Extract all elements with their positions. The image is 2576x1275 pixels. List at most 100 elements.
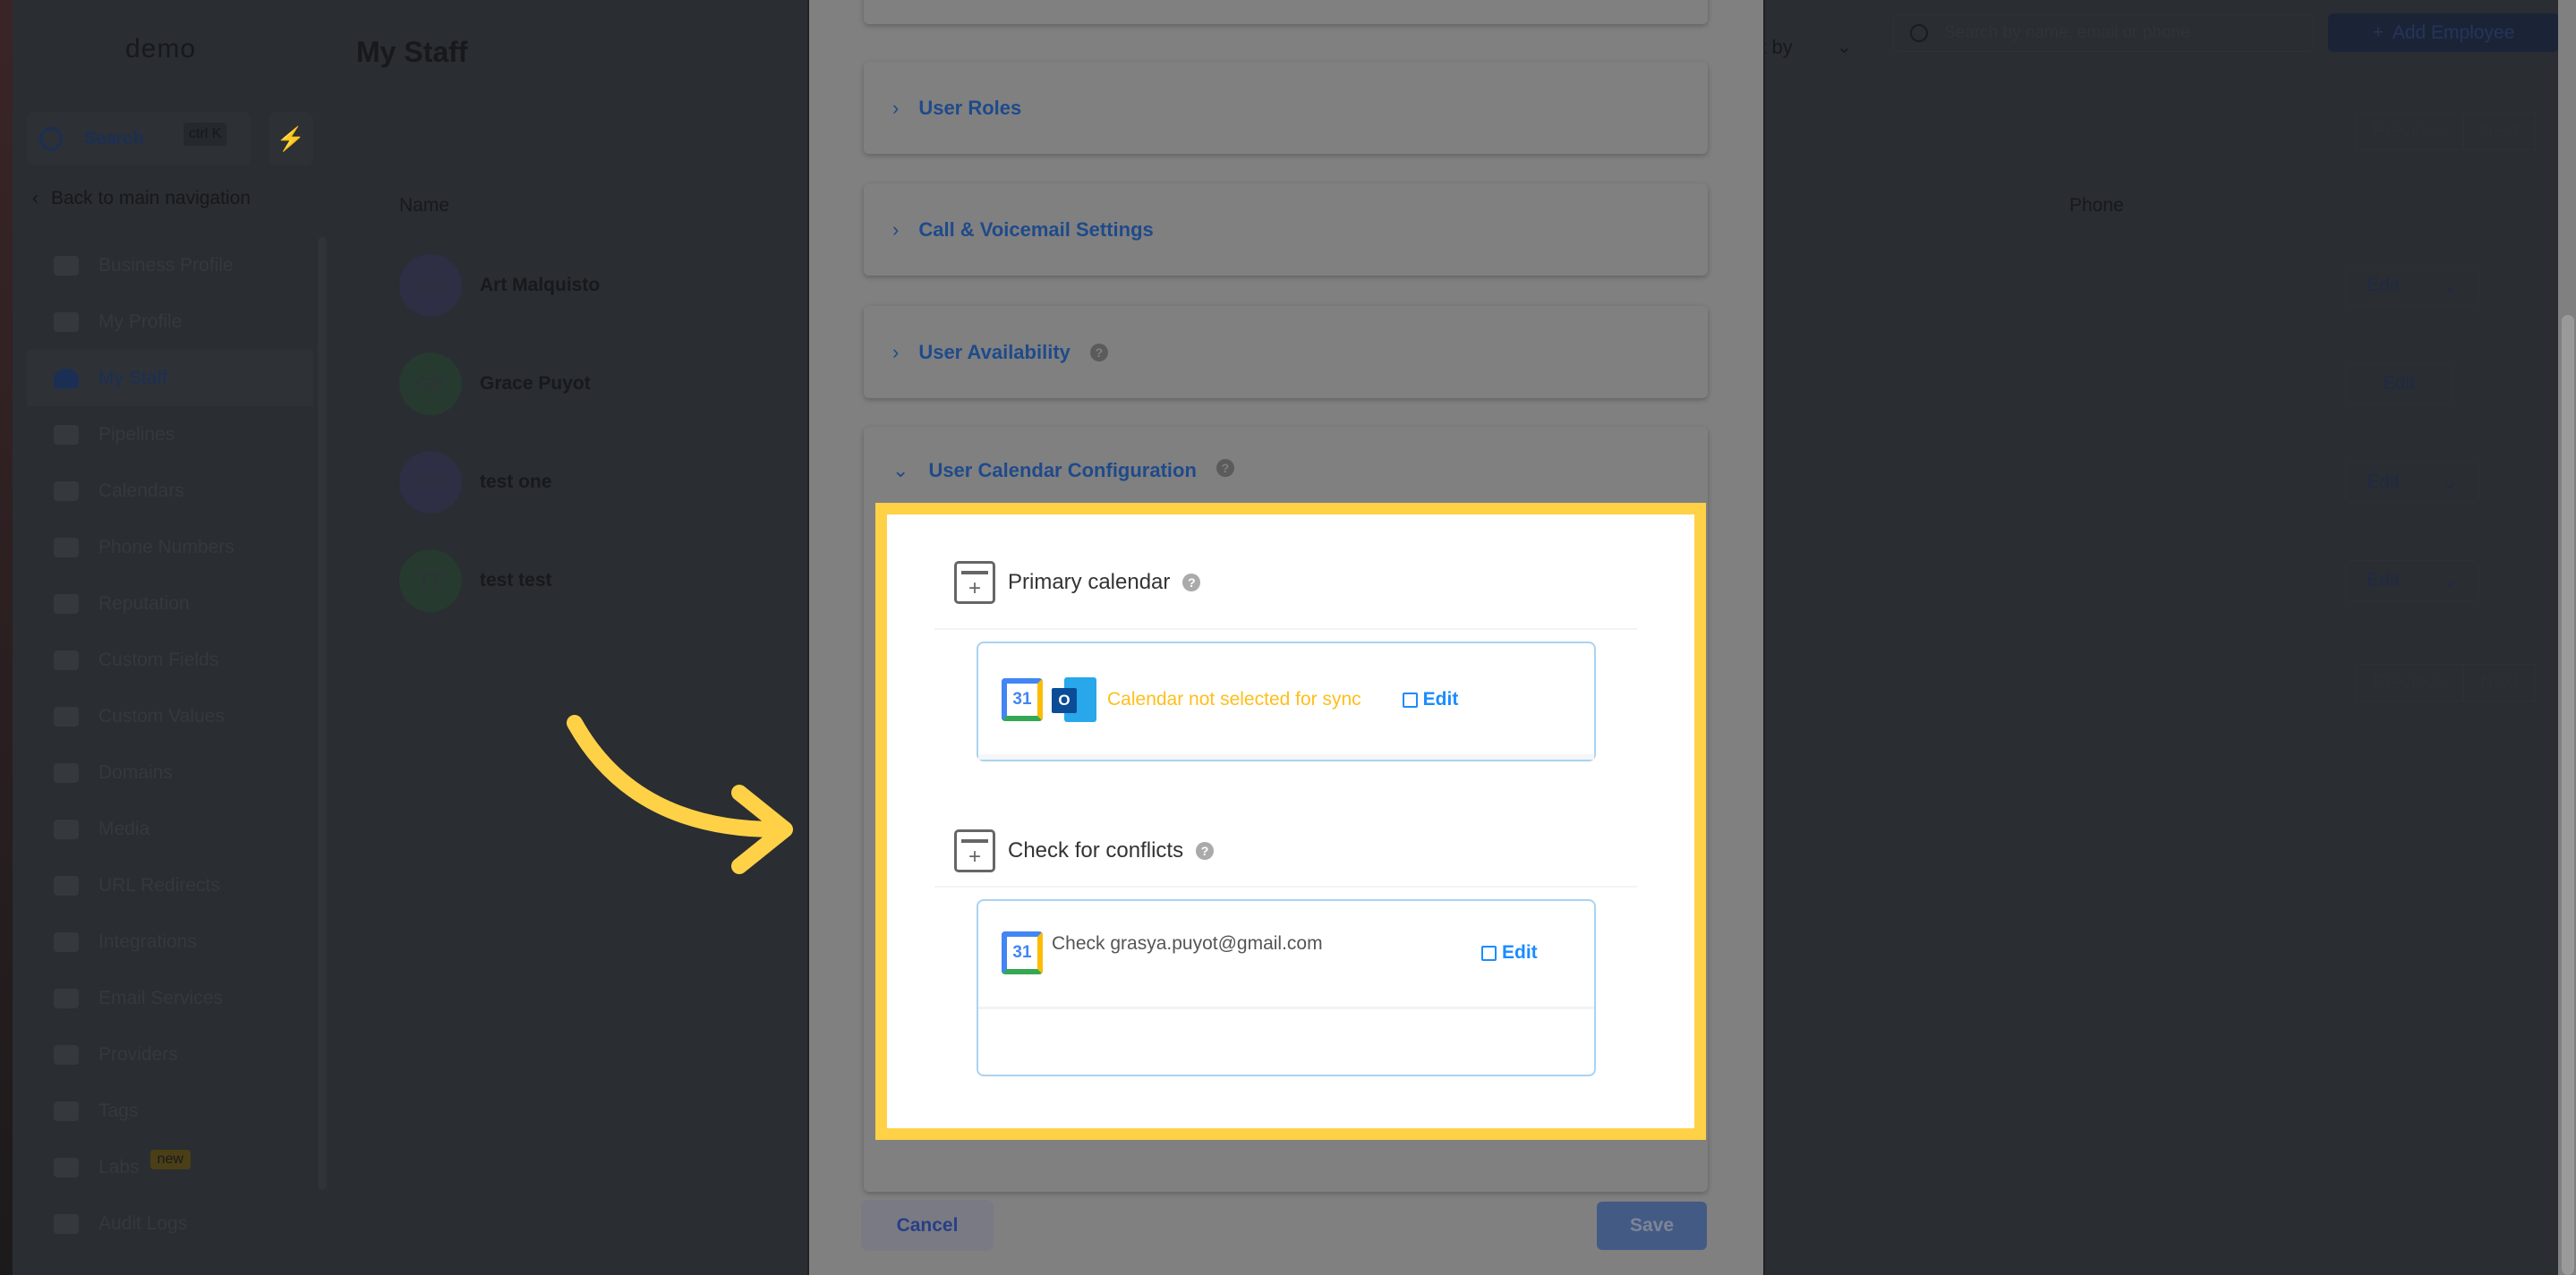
table-row[interactable]: TT test test [399,549,552,612]
sidebar-item-providers[interactable]: Providers [27,1026,313,1083]
google-calendar-icon: 31 [1002,931,1043,974]
primary-calendar-title: Primary calendar [1008,570,1171,594]
sidebar-item-my-profile[interactable]: My Profile [27,293,313,350]
next-button[interactable]: Next [2462,113,2536,150]
employee-name: Grace Puyot [480,373,591,394]
sidebar-item-label: Calendars [98,480,184,501]
table-row[interactable]: AM Art Malquisto [399,254,600,317]
edit-icon [1402,692,1418,708]
sidebar-item-business-profile[interactable]: Business Profile [27,237,313,293]
search-icon [39,127,63,150]
next-button[interactable]: Next [2462,664,2536,701]
sidebar-item-label: Integrations [98,931,197,952]
accordion-title: User Availability [918,340,1070,363]
sidebar-item-phone-numbers[interactable]: Phone Numbers [27,519,313,575]
avatar: AM [399,254,462,317]
sidebar-item-label: Providers [98,1043,178,1065]
sidebar-item-icon [54,650,79,670]
sidebar-item-label: Phone Numbers [98,536,235,557]
previous-button[interactable]: Previous [2356,664,2463,701]
shortcut-hint: ctrl K [183,123,227,146]
sidebar-item-icon [54,1044,79,1065]
accordion-previous[interactable] [864,0,1708,24]
sidebar-item-url-redirects[interactable]: URL Redirects [27,857,313,914]
add-employee-button[interactable]: + Add Employee [2328,13,2559,52]
save-button[interactable]: Save [1597,1202,1707,1250]
sidebar-item-icon [54,706,79,727]
cancel-button[interactable]: Cancel [861,1200,994,1251]
primary-calendar-header: Primary calendar ? [954,561,1201,604]
accordion-user-roles[interactable]: › User Roles [864,62,1708,154]
back-label: Back to main navigation [51,188,251,208]
table-row[interactable]: TO test one [399,451,552,514]
accordion-title: Call & Voicemail Settings [918,217,1154,241]
edit-icon [1481,945,1497,961]
pagination-bottom: Previous Next [2356,664,2536,701]
help-icon[interactable]: ? [1215,459,1234,477]
chevron-right-icon: › [892,96,900,119]
outlook-calendar-icon: O [1052,677,1096,722]
staff-search-input[interactable]: Search by name, email or phone [1893,14,2314,52]
sidebar-item-icon [54,819,79,839]
sidebar-item-tags[interactable]: Tags [27,1083,313,1139]
accordion-user-availability[interactable]: › User Availability? [864,306,1708,398]
avatar: TT [399,549,462,612]
sidebar-item-custom-fields[interactable]: Custom Fields [27,632,313,688]
chevron-down-icon[interactable]: ⌄ [2442,570,2458,592]
page-title: My Staff [356,36,468,68]
sidebar-item-icon [54,424,79,445]
sidebar-item-icon [54,537,79,557]
sidebar-item-domains[interactable]: Domains [27,744,313,801]
sidebar-item-integrations[interactable]: Integrations [27,914,313,970]
sidebar-item-label: Email Services [98,987,223,1008]
sidebar-item-label: Reputation [98,592,190,614]
sidebar-item-my-staff[interactable]: My Staff [27,350,313,406]
edit-label: Edit [2382,373,2416,394]
calendar-add-icon [954,561,995,604]
help-icon[interactable]: ? [1182,574,1201,591]
sidebar-item-label: Custom Fields [98,649,219,670]
edit-button[interactable]: Edit [2345,363,2452,404]
back-to-main-navigation[interactable]: ‹ Back to main navigation [32,188,251,209]
card-footer [978,754,1594,760]
sidebar-item-reputation[interactable]: Reputation [27,575,313,632]
conflicts-card: 31 Check grasya.puyot@gmail.com Edit [977,899,1596,1076]
page-scrollbar-thumb[interactable] [2562,315,2574,1275]
sidebar-item-label: Pipelines [98,423,175,445]
sidebar-item-pipelines[interactable]: Pipelines [27,406,313,463]
edit-button[interactable]: Edit ⌄ [2345,265,2479,306]
edit-button[interactable]: Edit ⌄ [2345,462,2479,503]
accordion-call-voicemail-settings[interactable]: › Call & Voicemail Settings [864,183,1708,276]
edit-label: Edit [1422,689,1459,710]
sidebar-item-label: My Profile [98,310,183,332]
sidebar-item-labs[interactable]: Labs new [27,1139,313,1195]
sidebar-item-label: Media [98,818,150,839]
help-icon[interactable]: ? [1089,343,1108,361]
sidebar-item-icon [54,480,79,501]
chevron-down-icon[interactable]: ⌄ [2442,472,2458,494]
sidebar-item-icon [54,1157,79,1177]
sidebar-item-audit-logs[interactable]: Audit Logs [27,1195,313,1252]
sidebar-item-media[interactable]: Media [27,801,313,857]
calendar-config-panel: Primary calendar ? 31 O Calendar not sel… [887,514,1694,1128]
divider [934,886,1637,888]
sidebar-item-icon [54,593,79,614]
primary-calendar-edit-link[interactable]: Edit [1402,689,1459,710]
sidebar-scrollbar[interactable] [318,237,327,1190]
chevron-right-icon: › [892,217,900,241]
quick-action-bolt-icon[interactable]: ⚡ [269,112,313,166]
edit-button[interactable]: Edit ⌄ [2345,560,2479,601]
window-edge [0,0,13,1275]
table-row[interactable]: GP Grace Puyot [399,353,591,415]
sidebar-item-email-services[interactable]: Email Services [27,970,313,1026]
chevron-down-icon[interactable]: ⌄ [2442,275,2458,297]
chevron-down-icon[interactable]: ⌄ [1837,36,1852,58]
help-icon[interactable]: ? [1196,842,1215,860]
sidebar-item-custom-values[interactable]: Custom Values [27,688,313,744]
accordion-title: User Calendar Configuration [928,459,1197,481]
previous-button[interactable]: Previous [2356,113,2463,150]
conflicts-edit-link[interactable]: Edit [1481,942,1538,964]
sidebar-item-icon [54,1213,79,1234]
sidebar-item-icon [54,875,79,896]
sidebar-item-calendars[interactable]: Calendars [27,463,313,519]
